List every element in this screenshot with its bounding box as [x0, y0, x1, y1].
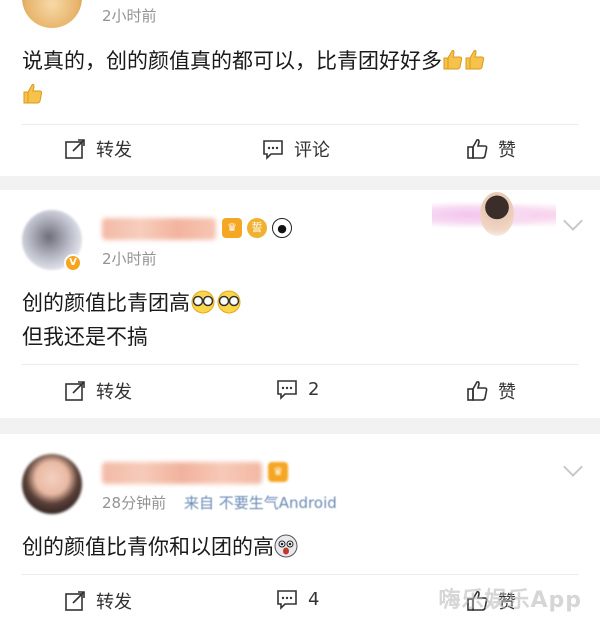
repost-icon	[65, 139, 85, 159]
idol-photo	[480, 192, 514, 236]
sunglasses-emoji	[217, 290, 241, 314]
section-divider	[0, 418, 600, 434]
comment-time: 2小时前	[102, 250, 157, 268]
like-button[interactable]: 赞	[466, 378, 516, 404]
separator	[22, 364, 578, 365]
comment-card-1: 2小时前 说真的，创的颜值真的都可以，比青团好好多 转发 评论 赞	[0, 0, 600, 176]
separator	[22, 124, 578, 125]
comment-icon	[277, 380, 297, 400]
comment-icon	[277, 590, 297, 610]
decoration-card	[432, 192, 556, 236]
verified-icon: V	[64, 254, 82, 272]
thumbs-up-emoji	[23, 83, 43, 104]
section-divider	[0, 176, 600, 190]
username[interactable]	[102, 218, 216, 240]
like-button[interactable]: 赞	[466, 136, 516, 162]
separator	[22, 574, 578, 575]
chevron-down-icon[interactable]	[563, 457, 583, 477]
username[interactable]	[102, 462, 262, 484]
repost-button[interactable]: 转发	[64, 378, 132, 404]
crown-badge-icon: ♛	[268, 462, 288, 482]
thumbs-up-emoji	[465, 49, 485, 70]
like-icon	[467, 380, 488, 401]
repost-icon	[65, 381, 85, 401]
comment-button[interactable]: 2	[276, 378, 319, 400]
watermark: 嗨乐娱乐App	[438, 588, 582, 613]
comment-time: 28分钟前	[102, 494, 167, 512]
avatar[interactable]	[22, 454, 82, 514]
shocked-face-emoji	[274, 534, 298, 558]
level-badge-icon: 誓	[247, 218, 267, 238]
comment-button[interactable]: 评论	[262, 136, 330, 162]
repost-button[interactable]: 转发	[64, 136, 132, 162]
comment-time: 2小时前	[102, 7, 157, 25]
comment-card-2: V ♛ 誓 ● 2小时前 创的颜值比青团高 但我还是不搞 转发 2 赞	[0, 190, 600, 418]
panda-icon: ●	[272, 218, 292, 238]
like-icon	[467, 138, 488, 159]
comment-text: 创的颜值比青团高 但我还是不搞	[22, 286, 582, 354]
comment-text: 说真的，创的颜值真的都可以，比青团好好多	[22, 44, 582, 112]
avatar[interactable]	[22, 0, 82, 28]
chevron-down-icon[interactable]	[563, 211, 583, 231]
repost-icon	[65, 591, 85, 611]
sunglasses-emoji	[191, 290, 215, 314]
comment-icon	[263, 140, 283, 160]
comment-button[interactable]: 4	[276, 588, 319, 610]
comment-source: 来自 不要生气Android	[184, 494, 337, 512]
thumbs-up-emoji	[443, 49, 463, 70]
crown-badge-icon: ♛	[222, 218, 242, 238]
repost-button[interactable]: 转发	[64, 588, 132, 614]
comment-text: 创的颜值比青你和以团的高	[22, 530, 582, 564]
